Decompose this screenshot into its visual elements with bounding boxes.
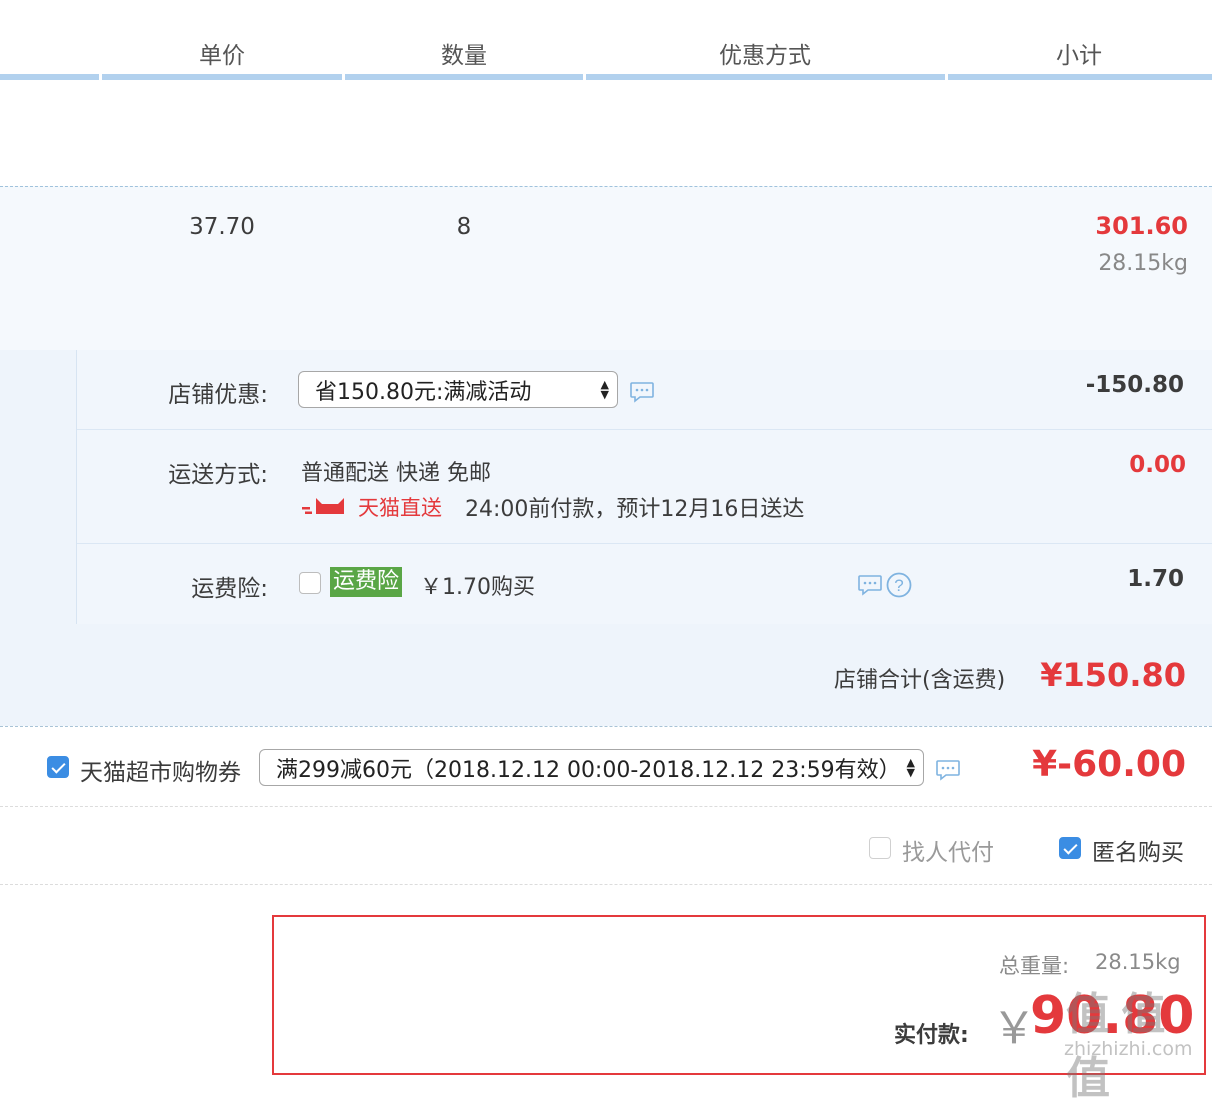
- watermark-site: zhizhizhi.com: [1064, 1038, 1193, 1060]
- svg-text:?: ?: [894, 576, 903, 595]
- divider: [0, 726, 1212, 727]
- find-payer-checkbox[interactable]: [869, 837, 891, 859]
- divider: [0, 884, 1212, 885]
- help-icon[interactable]: ?: [885, 571, 913, 599]
- item-weight: 28.15kg: [1098, 251, 1188, 276]
- header-underline: [102, 74, 342, 80]
- delivery-estimate: 24:00前付款，预计12月16日送达: [465, 497, 805, 522]
- item-unit-price: 37.70: [189, 214, 255, 240]
- item-quantity: 8: [456, 214, 472, 240]
- shop-discount-select-value: 省150.80元:满减活动: [315, 379, 532, 405]
- insurance-price: ￥1.70购买: [420, 575, 535, 600]
- message-icon[interactable]: [629, 381, 655, 403]
- insurance-badge: 运费险: [330, 567, 403, 597]
- divider: [0, 806, 1212, 807]
- tmall-cat-icon: [302, 498, 344, 514]
- message-icon[interactable]: [935, 759, 961, 781]
- total-weight-value: 28.15kg: [1095, 950, 1181, 974]
- shop-discount-amount: -150.80: [1085, 372, 1184, 398]
- shop-total-amount: ¥150.80: [1040, 656, 1186, 694]
- anonymous-checkbox[interactable]: [1059, 837, 1081, 859]
- shipping-label: 运送方式:: [168, 462, 268, 488]
- insurance-amount: 1.70: [1127, 566, 1184, 592]
- message-icon[interactable]: [857, 574, 883, 596]
- item-subtotal: 301.60: [1095, 212, 1188, 240]
- coupon-select-value: 满299减60元（2018.12.12 00:00-2018.12.12 23:…: [276, 757, 901, 783]
- select-arrows-icon: ▲ ▼: [906, 755, 915, 779]
- insurance-label: 运费险:: [191, 576, 268, 602]
- shop-discount-label: 店铺优惠:: [168, 382, 268, 408]
- header-underline: [586, 74, 945, 80]
- coupon-label: 天猫超市购物券: [80, 760, 241, 786]
- header-underline: [948, 74, 1212, 80]
- actual-payment-label: 实付款:: [894, 1023, 969, 1048]
- anonymous-label: 匿名购买: [1092, 840, 1184, 866]
- shop-total-label: 店铺合计(含运费): [834, 668, 1006, 693]
- insurance-checkbox[interactable]: [299, 572, 321, 594]
- shipping-amount: 0.00: [1129, 452, 1186, 478]
- tmall-direct-label: 天猫直送: [358, 496, 442, 520]
- column-header-discount: 优惠方式: [719, 43, 811, 69]
- coupon-amount: ¥-60.00: [1032, 744, 1186, 785]
- coupon-checkbox[interactable]: [47, 756, 69, 778]
- shipping-method: 普通配送 快递 免邮: [301, 461, 491, 486]
- shop-discount-select[interactable]: 省150.80元:满减活动 ▲ ▼: [298, 371, 618, 408]
- column-header-subtotal: 小计: [1056, 43, 1102, 69]
- coupon-select[interactable]: 满299减60元（2018.12.12 00:00-2018.12.12 23:…: [259, 749, 924, 786]
- total-weight-label: 总重量:: [999, 954, 1070, 978]
- select-arrows-icon: ▲ ▼: [600, 377, 609, 401]
- header-underline: [345, 74, 583, 80]
- column-header-quantity: 数量: [441, 43, 487, 69]
- shop-section-gutter: [0, 350, 77, 624]
- column-header-unit-price: 单价: [199, 43, 245, 69]
- header-underline: [0, 74, 99, 80]
- shop-total-row: [0, 624, 1212, 726]
- order-item-row: [0, 186, 1212, 351]
- find-payer-label: 找人代付: [902, 840, 994, 866]
